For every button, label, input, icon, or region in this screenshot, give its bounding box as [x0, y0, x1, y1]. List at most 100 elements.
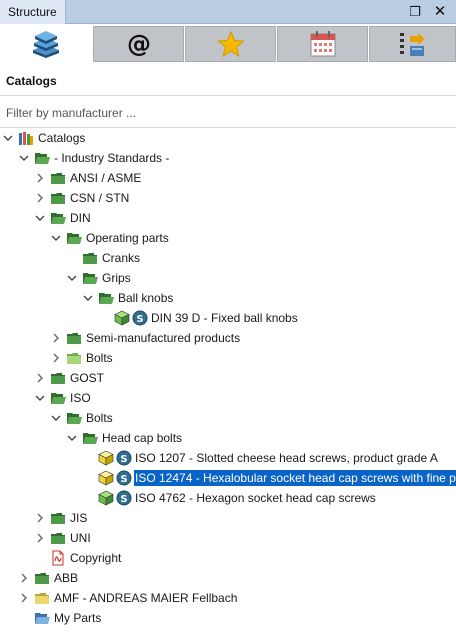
chevron-right-icon[interactable]: [50, 332, 62, 344]
chevron-right-icon[interactable]: [34, 512, 46, 524]
folder-open-green-icon: [66, 230, 82, 246]
tree-item[interactable]: Catalogs: [0, 128, 456, 148]
tree-item[interactable]: ISO: [0, 388, 456, 408]
chevron-right-icon[interactable]: [18, 592, 30, 604]
tree-item[interactable]: AMF - ANDREAS MAIER Fellbach: [0, 588, 456, 608]
s-badge-icon: S: [116, 470, 132, 486]
chevron-down-icon[interactable]: [50, 232, 62, 244]
maximize-icon[interactable]: ❐: [407, 4, 423, 20]
svg-text:@: @: [127, 30, 151, 58]
tree-item[interactable]: CSN / STN: [0, 188, 456, 208]
tree-item-label: ISO: [70, 391, 91, 405]
chevron-right-icon[interactable]: [34, 372, 46, 384]
tree-item[interactable]: Cranks: [0, 248, 456, 268]
tree-item[interactable]: DIN: [0, 208, 456, 228]
folder-green-icon: [50, 530, 66, 546]
chevron-down-icon[interactable]: [82, 292, 94, 304]
chevron-right-icon[interactable]: [34, 192, 46, 204]
tree-item[interactable]: Operating parts: [0, 228, 456, 248]
chevron-down-icon[interactable]: [34, 212, 46, 224]
star-icon: [216, 30, 245, 58]
tree-item-label: AMF - ANDREAS MAIER Fellbach: [54, 591, 238, 605]
s-badge-icon: S: [116, 490, 132, 506]
tree-item[interactable]: Grips: [0, 268, 456, 288]
tree-item[interactable]: JIS: [0, 508, 456, 528]
tree-item-label: My Parts: [54, 611, 102, 625]
email-tab[interactable]: @: [93, 26, 184, 62]
tree-item-label: Head cap bolts: [102, 431, 183, 445]
tree-item-label: Ball knobs: [118, 291, 174, 305]
tree-item[interactable]: S ISO 4762 - Hexagon socket head cap scre…: [0, 488, 456, 508]
part-cube-yellow-icon: [98, 450, 114, 466]
folder-open-blue-icon: [34, 610, 50, 626]
tree-item[interactable]: - Industry Standards -: [0, 148, 456, 168]
tree-item[interactable]: GOST: [0, 368, 456, 388]
chevron-down-icon[interactable]: [66, 272, 78, 284]
tree-item-selected[interactable]: S ISO 12474 - Hexalobular socket head cap…: [0, 468, 456, 488]
tree-item-label: Cranks: [102, 251, 141, 265]
tree-item[interactable]: Semi-manufactured products: [0, 328, 456, 348]
folder-green-icon: [50, 510, 66, 526]
s-badge-icon: S: [116, 450, 132, 466]
title-bar: Structure ❐ ✕: [0, 0, 456, 24]
folder-open-green-icon: [66, 410, 82, 426]
chevron-down-icon[interactable]: [2, 132, 14, 144]
tree-item[interactable]: UNI: [0, 528, 456, 548]
tree-item-label: Semi-manufactured products: [86, 331, 241, 345]
tree-item-label: UNI: [70, 531, 91, 545]
divider: [0, 95, 456, 96]
window-title[interactable]: Structure: [0, 0, 66, 24]
calendar-tab[interactable]: [277, 26, 368, 62]
folder-green-icon: [50, 370, 66, 386]
chevron-down-icon[interactable]: [34, 392, 46, 404]
chevron-down-icon[interactable]: [66, 432, 78, 444]
tree-item-label: ISO 1207 - Slotted cheese head screws, p…: [135, 451, 438, 465]
folder-open-green-icon: [50, 210, 66, 226]
folder-open-green-icon: [82, 430, 98, 446]
tree-item[interactable]: Bolts: [0, 408, 456, 428]
chevron-right-icon[interactable]: [34, 172, 46, 184]
manufacturer-filter-input[interactable]: [0, 100, 456, 126]
catalogs-tab[interactable]: [0, 26, 92, 62]
tree-item-label: - Industry Standards -: [54, 151, 170, 165]
export-tab[interactable]: [369, 26, 456, 62]
svg-text:S: S: [136, 314, 143, 325]
chevron-right-icon[interactable]: [34, 532, 46, 544]
folder-open-green-icon: [98, 290, 114, 306]
toolbar: @: [0, 24, 456, 64]
tree-item[interactable]: Head cap bolts: [0, 428, 456, 448]
tree-item[interactable]: Ball knobs: [0, 288, 456, 308]
folder-green-icon: [66, 330, 82, 346]
s-badge-icon: S: [132, 310, 148, 326]
tree-item-label: Grips: [102, 271, 131, 285]
chevron-down-icon[interactable]: [18, 152, 30, 164]
close-icon[interactable]: ✕: [432, 4, 448, 20]
books-icon: [33, 31, 59, 58]
folder-yellow-icon: [34, 590, 50, 606]
tree-item-label: ISO 12474 - Hexalobular socket head cap …: [134, 470, 456, 486]
tree-item-label: Bolts: [86, 351, 113, 365]
folder-open-green-icon: [50, 390, 66, 406]
svg-text:S: S: [120, 494, 127, 505]
tree-item[interactable]: ABB: [0, 568, 456, 588]
chevron-down-icon[interactable]: [50, 412, 62, 424]
tree-item-label: Copyright: [70, 551, 122, 565]
tree-item[interactable]: My Parts: [0, 608, 456, 628]
part-cube-yellow-icon: [98, 470, 114, 486]
part-cube-green-icon: [98, 490, 114, 506]
tree-item-label: DIN 39 D - Fixed ball knobs: [151, 311, 298, 325]
calendar-icon: [310, 31, 335, 57]
tree-item-label: Operating parts: [86, 231, 169, 245]
svg-text:S: S: [120, 454, 127, 465]
favorites-tab[interactable]: [185, 26, 276, 62]
tree-item-label: Bolts: [86, 411, 113, 425]
chevron-right-icon[interactable]: [18, 572, 30, 584]
tree-item[interactable]: Bolts: [0, 348, 456, 368]
tree-item-label: JIS: [70, 511, 88, 525]
tree-item[interactable]: ANSI / ASME: [0, 168, 456, 188]
tree-item-label: Catalogs: [38, 131, 86, 145]
chevron-right-icon[interactable]: [50, 352, 62, 364]
tree-item[interactable]: S DIN 39 D - Fixed ball knobs: [0, 308, 456, 328]
tree-item[interactable]: Copyright: [0, 548, 456, 568]
tree-item[interactable]: S ISO 1207 - Slotted cheese head screws, …: [0, 448, 456, 468]
